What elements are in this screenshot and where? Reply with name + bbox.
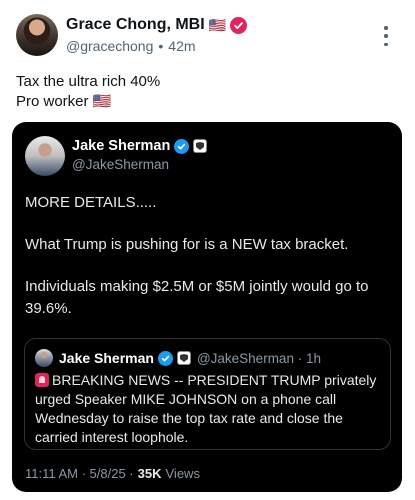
siren-icon — [35, 373, 49, 387]
post-timestamp[interactable]: 11:11 AM · 5/8/25 · — [25, 466, 134, 481]
nested-post-body: BREAKING NEWS -- PRESIDENT TRUMP private… — [35, 372, 377, 445]
quoted-paragraph: Individuals making $2.5M or $5M jointly … — [25, 278, 369, 317]
quoted-post-card[interactable]: Jake Sherman @JakeSherman MORE DETAILS..… — [12, 122, 402, 492]
more-options-icon[interactable] — [382, 26, 390, 46]
nested-handle-time: @JakeSherman · 1h — [196, 350, 321, 366]
quoted-post-text: MORE DETAILS..... What Trump is pushing … — [25, 192, 393, 340]
nested-author-avatar — [35, 349, 53, 367]
views-label: Views — [165, 466, 200, 481]
author-avatar[interactable] — [16, 14, 58, 56]
post-text-line: Pro worker 🇺🇸 — [16, 93, 112, 110]
author-handle[interactable]: @gracechong — [66, 38, 153, 54]
post-text: Tax the ultra rich 40% Pro worker 🇺🇸 — [16, 72, 160, 112]
quoted-author-handle[interactable]: @JakeSherman — [72, 157, 207, 172]
us-flag-emoji: 🇺🇸 — [208, 17, 227, 33]
views-count: 35K — [137, 466, 162, 481]
post-text-line: Tax the ultra rich 40% — [16, 73, 161, 90]
author-name[interactable]: Grace Chong, MBI — [66, 16, 205, 34]
nested-author-name: Jake Sherman — [59, 350, 154, 366]
verified-check-icon — [157, 350, 173, 366]
nested-post-text: BREAKING NEWS -- PRESIDENT TRUMP private… — [35, 371, 380, 447]
quoted-post-footer: 11:11 AM · 5/8/25 · 35K Views — [25, 466, 200, 481]
author-block: Grace Chong, MBI 🇺🇸 @gracechong • 42m — [66, 15, 248, 54]
affiliation-badge-icon — [176, 351, 191, 365]
quoted-paragraph: What Trump is pushing for is a NEW tax b… — [25, 236, 349, 253]
quoted-author-avatar[interactable] — [25, 136, 65, 176]
post-time[interactable]: 42m — [168, 38, 195, 54]
meta-separator: • — [158, 38, 164, 54]
quoted-author-block: Jake Sherman @JakeSherman — [72, 137, 208, 172]
nested-quoted-post[interactable]: Jake Sherman @JakeSherman · 1h BREAKING … — [24, 338, 391, 450]
affiliation-badge-icon — [193, 139, 208, 153]
quoted-paragraph: MORE DETAILS..... — [25, 194, 157, 211]
quoted-author-name[interactable]: Jake Sherman — [72, 138, 170, 154]
post: Grace Chong, MBI 🇺🇸 @gracechong • 42m Ta… — [0, 0, 415, 500]
verified-badge-icon — [230, 16, 248, 34]
verified-check-icon — [174, 138, 190, 154]
